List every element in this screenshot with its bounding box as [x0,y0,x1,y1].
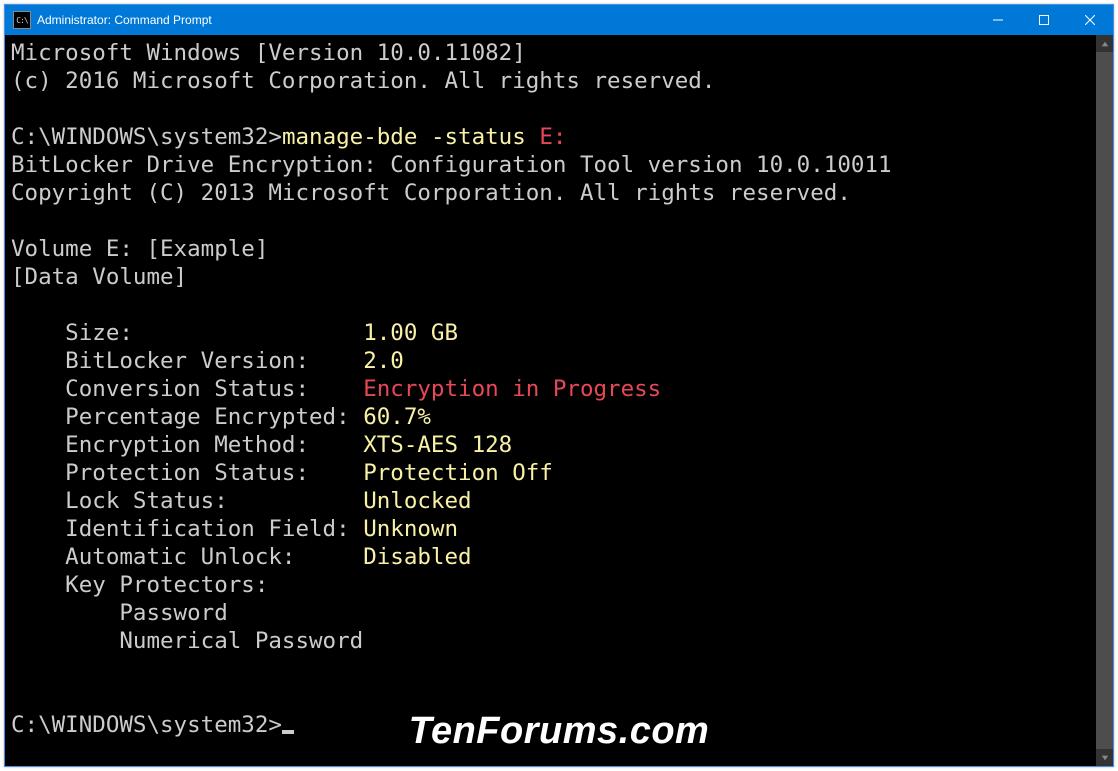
percent-value: 60.7% [363,404,431,430]
client-area: Microsoft Windows [Version 10.0.11082] (… [5,35,1113,766]
volume-type-line: [Data Volume] [11,264,187,290]
method-value: XTS-AES 128 [363,432,512,458]
prompt-path-2: C:\WINDOWS\system32> [11,712,282,738]
scrollbar-thumb[interactable] [1096,52,1113,749]
lock-value: Unlocked [363,488,471,514]
close-button[interactable] [1067,5,1113,35]
lock-label: Lock Status: [11,488,363,514]
prompt-path: C:\WINDOWS\system32> [11,124,282,150]
cursor [282,730,294,734]
titlebar[interactable]: C:\ Administrator: Command Prompt [5,5,1113,35]
minimize-button[interactable] [975,5,1021,35]
vertical-scrollbar[interactable] [1096,35,1113,766]
command-text: manage-bde -status [282,124,539,150]
window-controls [975,5,1113,35]
ident-value: Unknown [363,516,458,542]
conversion-value: Encryption in Progress [363,376,661,402]
keyprot-label: Key Protectors: [11,572,268,598]
percent-label: Percentage Encrypted: [11,404,363,430]
keyprot-numerical: Numerical Password [11,628,363,654]
auto-label: Automatic Unlock: [11,544,363,570]
cmd-icon: C:\ [13,11,31,29]
terminal-output[interactable]: Microsoft Windows [Version 10.0.11082] (… [5,35,1096,766]
scroll-up-button[interactable] [1096,35,1113,52]
tool-header-line: BitLocker Drive Encryption: Configuratio… [11,152,892,178]
os-header-line: Microsoft Windows [Version 10.0.11082] [11,40,526,66]
conversion-label: Conversion Status: [11,376,363,402]
tool-copyright-line: Copyright (C) 2013 Microsoft Corporation… [11,180,851,206]
volume-line: Volume E: [Example] [11,236,268,262]
auto-value: Disabled [363,544,471,570]
version-value: 2.0 [363,348,404,374]
method-label: Encryption Method: [11,432,363,458]
copyright-line: (c) 2016 Microsoft Corporation. All righ… [11,68,715,94]
ident-label: Identification Field: [11,516,363,542]
keyprot-password: Password [11,600,228,626]
size-label: Size: [11,320,363,346]
protection-label: Protection Status: [11,460,363,486]
version-label: BitLocker Version: [11,348,363,374]
window-title: Administrator: Command Prompt [37,13,975,27]
scrollbar-track[interactable] [1096,52,1113,749]
protection-value: Protection Off [363,460,553,486]
size-value: 1.00 GB [363,320,458,346]
scroll-down-button[interactable] [1096,749,1113,766]
command-prompt-window: C:\ Administrator: Command Prompt Micros… [4,4,1114,767]
command-argument: E: [539,124,566,150]
maximize-button[interactable] [1021,5,1067,35]
